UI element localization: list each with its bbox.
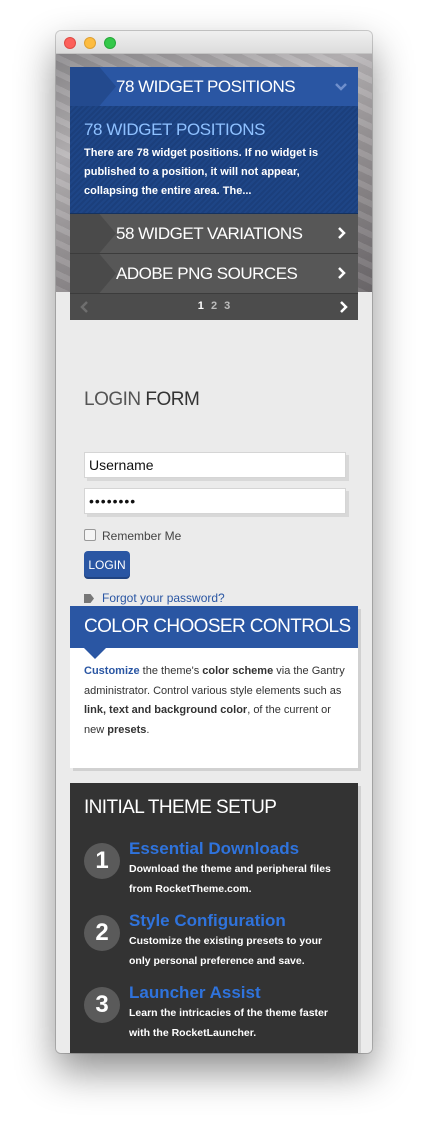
page-number-current[interactable]: 1: [198, 300, 204, 312]
minimize-window-button[interactable]: [84, 37, 96, 49]
tab-arrow-notch: [70, 254, 116, 293]
step-title[interactable]: Essential Downloads: [129, 839, 299, 859]
module-header: Color Chooser Controls: [70, 606, 358, 648]
accordion-tab-widget-positions[interactable]: 78 Widget Positions: [70, 67, 358, 106]
theme-setup-module: Initial Theme Setup 1 Essential Download…: [70, 783, 358, 1053]
presets-highlight: presets: [107, 723, 147, 736]
panel-text: There are 78 widget positions. If no wid…: [84, 147, 319, 197]
step-title[interactable]: Style Configuration: [129, 911, 286, 931]
tag-bullet-icon: [84, 594, 94, 603]
title-bar: [56, 31, 372, 54]
tab-arrow-notch: [70, 67, 116, 106]
tab-label: Adobe PNG Sources: [116, 264, 298, 283]
tab-label: 78 Widget Positions: [116, 77, 296, 96]
feature-accordion: 78 Widget Positions 78 Widget Positions …: [70, 67, 358, 320]
step-number-badge: 2: [84, 915, 120, 951]
forgot-password-link[interactable]: Forgot your password?: [102, 591, 225, 605]
step-description: Customize the existing presets to your o…: [129, 935, 323, 967]
link-text-bg-highlight: link, text and background color: [84, 704, 248, 716]
login-button[interactable]: LOGIN: [84, 551, 130, 579]
login-form-title: Login Form: [84, 389, 346, 411]
customize-highlight: Customize: [84, 665, 140, 677]
body-text: .: [146, 723, 150, 736]
accordion-panel: 78 Widget Positions There are 78 widget …: [70, 106, 358, 214]
accordion-tab-widget-variations[interactable]: 58 Widget Variations: [70, 214, 358, 254]
browser-window: 78 Widget Positions 78 Widget Positions …: [56, 31, 372, 1053]
step-number-badge: 3: [84, 987, 120, 1023]
page-numbers: 1 2 3: [70, 300, 358, 312]
accordion-pager: 1 2 3: [70, 294, 358, 320]
header-pointer: [84, 648, 106, 659]
login-form: Login Form Username •••••••• Remember Me…: [84, 389, 346, 605]
tab-label: 58 Widget Variations: [116, 224, 303, 243]
title-light-part: Login: [84, 389, 141, 410]
username-field[interactable]: Username: [84, 452, 346, 478]
tab-arrow-notch: [70, 214, 116, 253]
setup-title: Initial Theme Setup: [84, 797, 277, 818]
remember-me-label[interactable]: Remember Me: [102, 529, 181, 543]
chevron-right-icon: [338, 227, 346, 239]
page-content: 78 Widget Positions 78 Widget Positions …: [56, 54, 372, 1053]
page-number[interactable]: 3: [224, 300, 230, 312]
zoom-window-button[interactable]: [104, 37, 116, 49]
step-description: Learn the intricacies of the theme faste…: [129, 1007, 328, 1039]
password-field[interactable]: ••••••••: [84, 488, 346, 514]
module-body: Customize the theme's color scheme via t…: [84, 662, 346, 740]
close-window-button[interactable]: [64, 37, 76, 49]
accordion-tab-adobe-png[interactable]: Adobe PNG Sources: [70, 254, 358, 294]
next-arrow-icon[interactable]: [338, 301, 348, 313]
step-title[interactable]: Launcher Assist: [129, 983, 261, 1003]
module-title: Color Chooser Controls: [84, 616, 351, 637]
chevron-down-icon: [335, 83, 347, 91]
remember-me-row: Remember Me: [84, 529, 181, 543]
color-scheme-highlight: color scheme: [202, 665, 274, 677]
chevron-right-icon: [338, 267, 346, 279]
remember-me-checkbox[interactable]: [84, 529, 96, 541]
color-chooser-module: Color Chooser Controls Customize the the…: [70, 606, 358, 768]
forgot-password-row: Forgot your password?: [84, 591, 225, 605]
body-text: the theme's: [139, 665, 203, 677]
page-number[interactable]: 2: [211, 300, 217, 312]
step-description: Download the theme and peripheral files …: [129, 863, 331, 895]
panel-title: 78 Widget Positions: [84, 120, 266, 139]
step-number-badge: 1: [84, 843, 120, 879]
title-strong-part: Form: [145, 389, 200, 410]
